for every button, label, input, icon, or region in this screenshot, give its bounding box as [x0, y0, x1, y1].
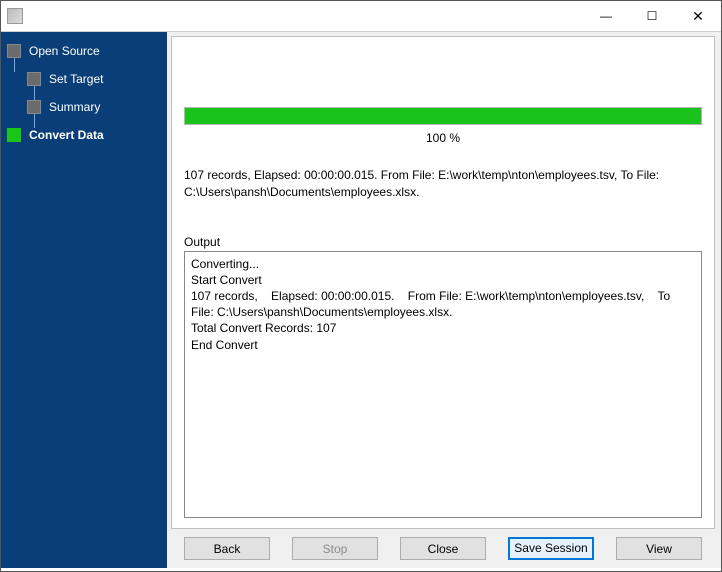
step-box-icon: [7, 44, 21, 58]
close-window-button[interactable]: ✕: [675, 1, 721, 31]
sidebar-item-label: Convert Data: [29, 128, 104, 142]
sidebar-item-convert-data[interactable]: Convert Data: [7, 128, 161, 142]
step-box-icon: [27, 72, 41, 86]
sidebar: Open Source Set Target Summary Convert D…: [1, 32, 167, 568]
step-box-icon: [7, 128, 21, 142]
close-button[interactable]: Close: [400, 537, 486, 560]
sidebar-item-label: Set Target: [49, 72, 103, 86]
button-row: Back Stop Close Save Session View: [171, 533, 715, 562]
step-box-icon: [27, 100, 41, 114]
maximize-button[interactable]: ☐: [629, 1, 675, 31]
output-label: Output: [184, 235, 702, 249]
sidebar-item-summary[interactable]: Summary: [7, 100, 161, 114]
titlebar: — ☐ ✕: [1, 1, 721, 31]
main-panel: 100 % 107 records, Elapsed: 00:00:00.015…: [167, 32, 721, 568]
progress-percent-label: 100 %: [184, 131, 702, 145]
connector-icon: [14, 58, 15, 72]
sidebar-item-set-target[interactable]: Set Target: [7, 72, 161, 86]
view-button[interactable]: View: [616, 537, 702, 560]
progress-section: 100 %: [184, 107, 702, 145]
app-icon: [7, 8, 23, 24]
sidebar-item-open-source[interactable]: Open Source: [7, 44, 161, 58]
output-box: Converting... Start Convert 107 records,…: [184, 251, 702, 518]
back-button[interactable]: Back: [184, 537, 270, 560]
connector-icon: [34, 114, 35, 128]
stop-button: Stop: [292, 537, 378, 560]
output-textarea[interactable]: Converting... Start Convert 107 records,…: [185, 252, 701, 517]
connector-icon: [34, 86, 35, 100]
minimize-button[interactable]: —: [583, 1, 629, 31]
sidebar-item-label: Open Source: [29, 44, 100, 58]
save-session-button[interactable]: Save Session: [508, 537, 594, 560]
progress-bar: [184, 107, 702, 125]
window-controls: — ☐ ✕: [583, 1, 721, 31]
app-body: Open Source Set Target Summary Convert D…: [1, 31, 721, 568]
sidebar-item-label: Summary: [49, 100, 100, 114]
status-text: 107 records, Elapsed: 00:00:00.015. From…: [184, 167, 702, 201]
content-panel: 100 % 107 records, Elapsed: 00:00:00.015…: [171, 36, 715, 529]
